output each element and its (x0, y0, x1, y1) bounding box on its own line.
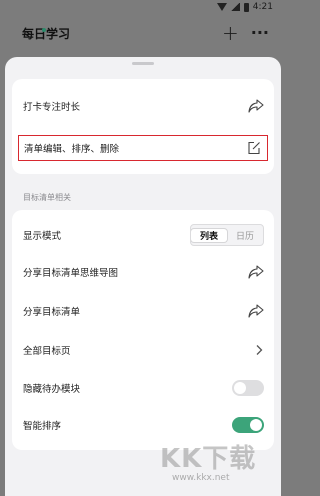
row-display-mode: 显示模式 列表 日历 (12, 220, 274, 250)
watermark-logo: KK下载 (160, 444, 257, 474)
row-label: 分享目标清单 (23, 307, 81, 318)
section-title: 目标清单相关 (23, 193, 71, 202)
goal-list-card: 显示模式 列表 日历 分享目标清单思维导图 分享目标清单 全部目标页 隐藏待办模… (12, 210, 274, 450)
row-label: 分享目标清单思维导图 (23, 268, 119, 279)
battery-icon (243, 2, 249, 12)
row-share-mindmap[interactable]: 分享目标清单思维导图 (12, 257, 274, 287)
app-bar: 每日学习 + ··· (0, 16, 281, 50)
row-share-list[interactable]: 分享目标清单 (12, 296, 274, 326)
row-label: 全部目标页 (23, 346, 71, 357)
wifi-icon (216, 3, 227, 11)
segment-calendar[interactable]: 日历 (227, 229, 263, 242)
watermark-url: www.kkx.net (172, 473, 230, 483)
row-smart-sort: 智能排序 (12, 410, 274, 440)
row-all-goals[interactable]: 全部目标页 (12, 335, 274, 365)
row-hide-todo: 隐藏待办模块 (12, 373, 274, 403)
edit-icon (247, 141, 261, 155)
row-label: 清单编辑、排序、删除 (24, 144, 120, 155)
top-card: 打卡专注时长 清单编辑、排序、删除 (12, 79, 274, 174)
toggle-knob (234, 382, 246, 394)
row-list-edit[interactable]: 清单编辑、排序、删除 (18, 135, 268, 161)
display-mode-segmented: 列表 日历 (190, 224, 264, 246)
sheet-drag-handle[interactable] (132, 62, 154, 65)
row-label: 显示模式 (23, 231, 62, 242)
toggle-knob (250, 419, 262, 431)
settings-sheet: 打卡专注时长 清单编辑、排序、删除 目标清单相关 显示模式 列表 日历 分享目标… (5, 57, 281, 496)
chevron-right-icon (254, 344, 264, 356)
add-icon[interactable]: + (222, 23, 239, 43)
row-checkin-duration[interactable]: 打卡专注时长 (12, 91, 274, 121)
active-indicator-dot (42, 28, 46, 32)
segment-list[interactable]: 列表 (191, 228, 227, 242)
status-bar: 4:21 (0, 0, 281, 14)
row-label: 隐藏待办模块 (23, 384, 81, 395)
row-label: 打卡专注时长 (23, 102, 81, 113)
status-time: 4:21 (252, 2, 273, 12)
share-icon (248, 99, 264, 113)
more-icon[interactable]: ··· (251, 25, 269, 41)
app-title[interactable]: 每日学习 (22, 25, 70, 42)
smart-sort-toggle[interactable] (232, 417, 264, 433)
signal-icon (230, 3, 240, 11)
row-label: 智能排序 (23, 421, 62, 432)
hide-todo-toggle[interactable] (232, 380, 264, 396)
share-icon (248, 265, 264, 279)
share-icon (248, 304, 264, 318)
